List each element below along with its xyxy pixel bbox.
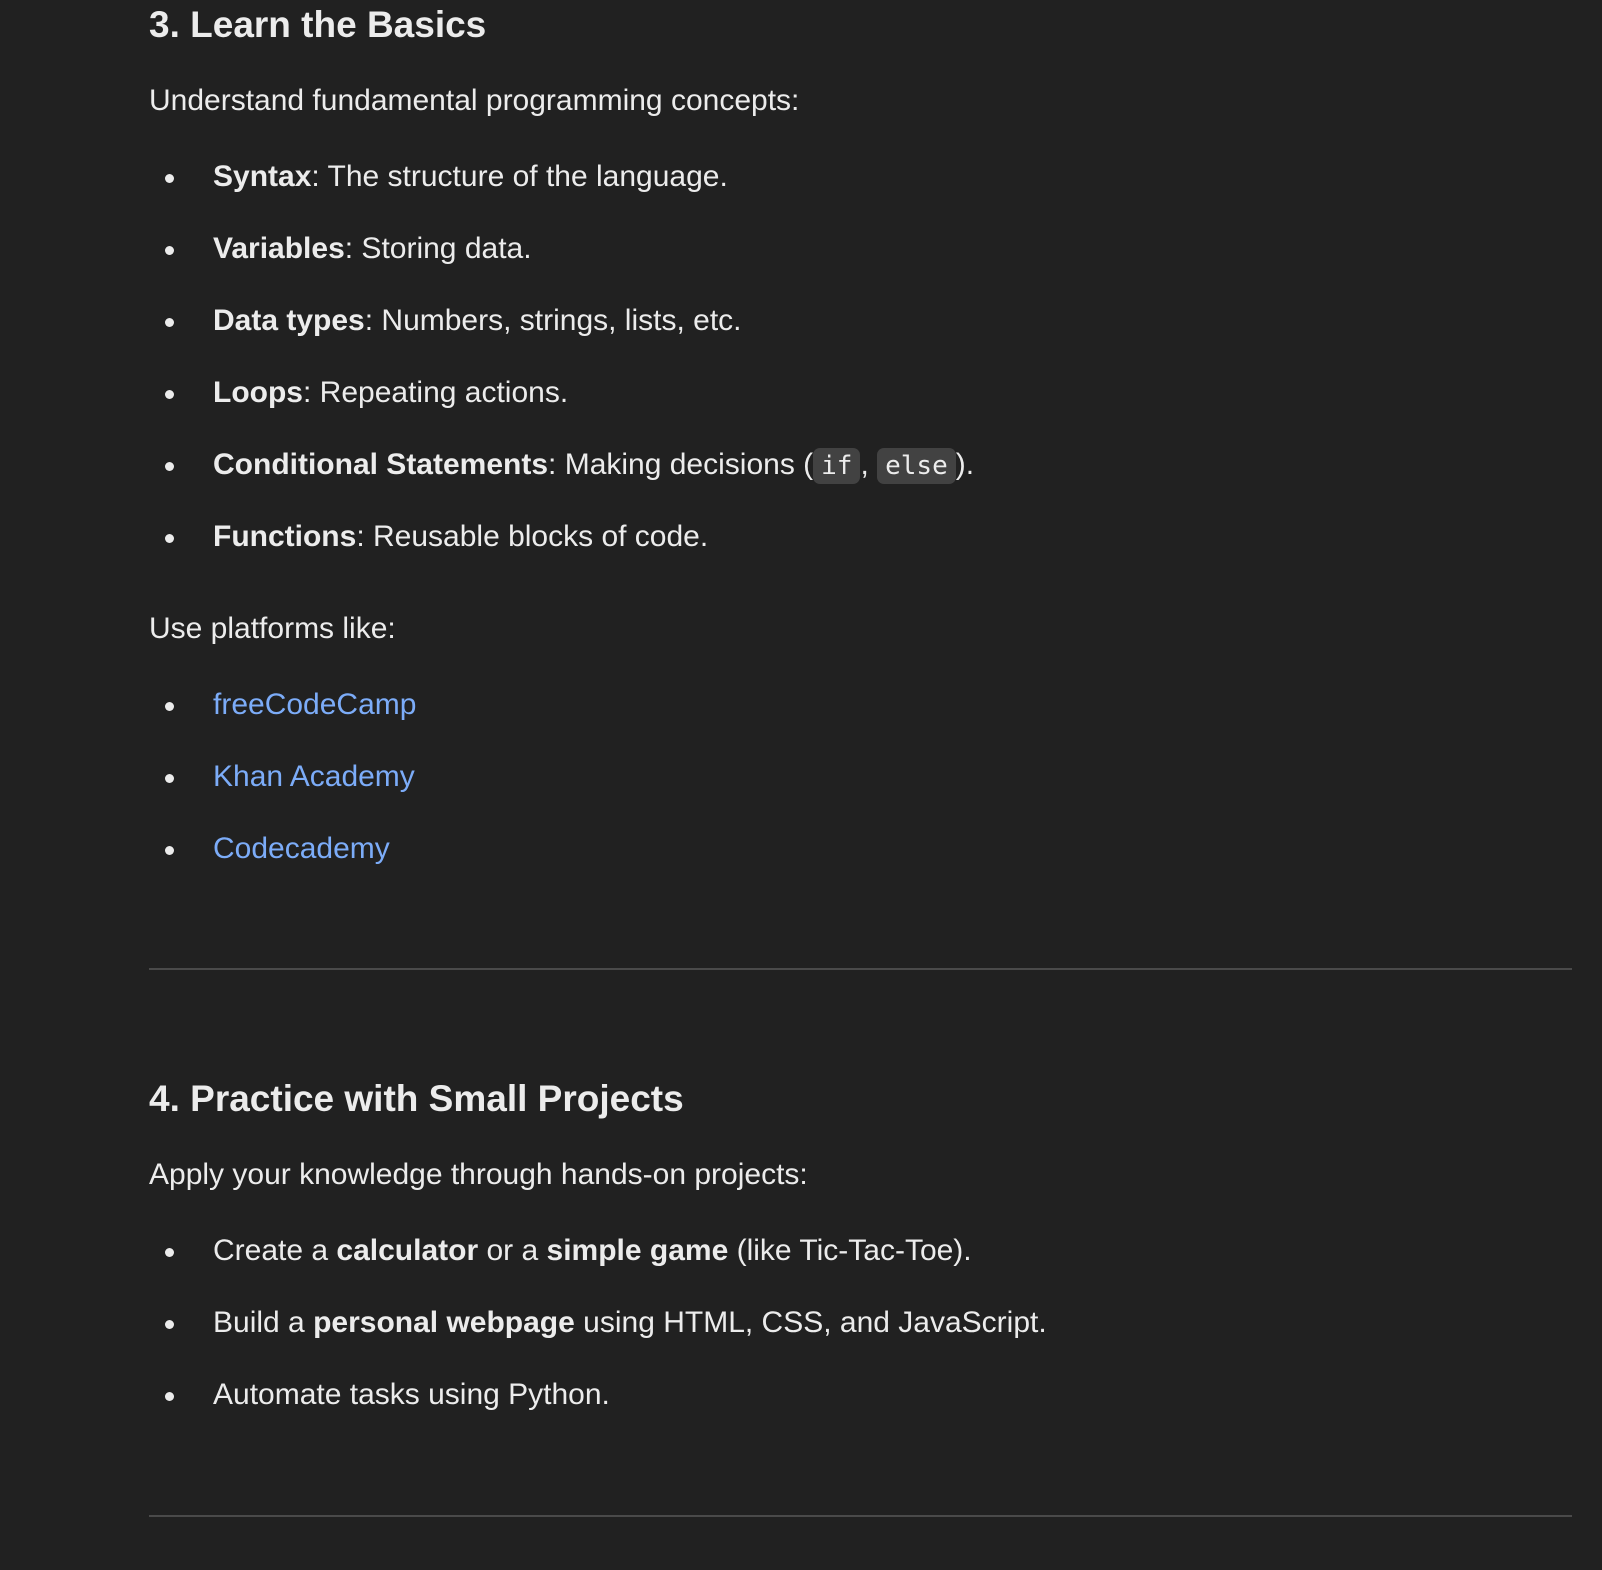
divider — [149, 968, 1572, 970]
bullet-icon — [165, 534, 174, 543]
divider — [149, 1515, 1572, 1517]
term: Loops — [213, 376, 303, 409]
text: Build a — [213, 1306, 314, 1339]
bullet-icon — [165, 1248, 174, 1257]
bullet-icon — [165, 1392, 174, 1401]
term: Syntax — [213, 160, 312, 193]
desc-end: ). — [955, 448, 975, 481]
bullet-icon — [165, 174, 174, 183]
section-4-intro: Apply your knowledge through hands-on pr… — [149, 1158, 808, 1191]
desc: : Numbers, strings, lists, etc. — [364, 304, 742, 337]
desc: : Storing data. — [344, 232, 532, 265]
link-freecodecamp[interactable]: freeCodeCamp — [213, 688, 416, 721]
bold-text: personal webpage — [313, 1306, 575, 1339]
term: Data types — [213, 304, 365, 337]
bullet-icon — [165, 846, 174, 855]
section-3-intro: Understand fundamental programming conce… — [149, 84, 800, 117]
term: Functions — [213, 520, 357, 553]
section-4-heading: 4. Practice with Small Projects — [149, 1078, 684, 1119]
text: (like Tic-Tac-Toe). — [728, 1234, 972, 1267]
bullet-icon — [165, 318, 174, 327]
desc: : Making decisions ( — [548, 448, 814, 481]
text: Create a — [213, 1234, 337, 1267]
bullet-icon — [165, 246, 174, 255]
term: Variables — [213, 232, 345, 265]
desc: : Reusable blocks of code. — [356, 520, 709, 553]
section-3-heading: 3. Learn the Basics — [149, 4, 487, 45]
bullet-icon — [165, 1320, 174, 1329]
bullet-icon — [165, 774, 174, 783]
bold-text: calculator — [336, 1234, 479, 1267]
inline-code: if — [813, 448, 861, 484]
term: Conditional Statements — [213, 448, 549, 481]
platforms-intro: Use platforms like: — [149, 612, 396, 645]
bold-text: simple game — [546, 1234, 729, 1267]
text: Automate tasks using Python. — [213, 1378, 610, 1411]
bullet-icon — [165, 702, 174, 711]
bullet-icon — [165, 390, 174, 399]
text: using HTML, CSS, and JavaScript. — [574, 1306, 1047, 1339]
text: or a — [478, 1234, 547, 1267]
separator: , — [860, 448, 878, 481]
link-khan-academy[interactable]: Khan Academy — [213, 760, 415, 793]
bullet-icon — [165, 462, 174, 471]
link-codecademy[interactable]: Codecademy — [213, 832, 390, 865]
desc: : Repeating actions. — [303, 376, 569, 409]
desc: : The structure of the language. — [311, 160, 728, 193]
inline-code: else — [877, 448, 956, 484]
